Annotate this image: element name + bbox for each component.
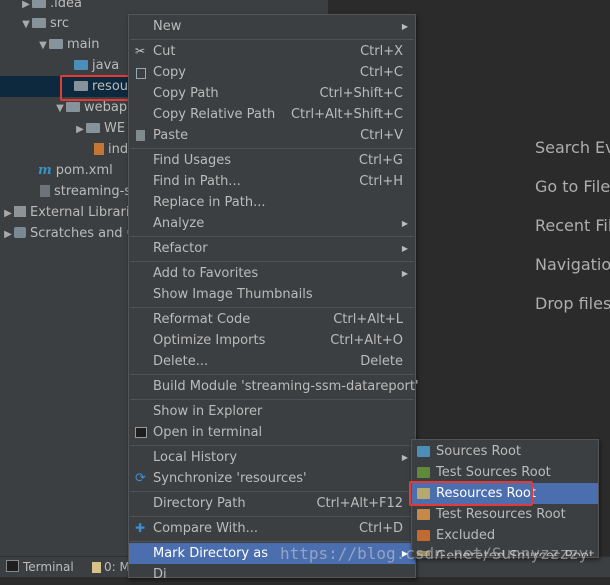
menu-item-show-image-thumbnails[interactable]: Show Image Thumbnails: [129, 284, 415, 305]
chevron-down-icon[interactable]: ▼: [37, 35, 49, 56]
excluded-folder-icon: [417, 530, 430, 541]
menu-separator: [130, 399, 414, 400]
folder-icon: [66, 102, 80, 112]
paste-icon: [136, 130, 145, 141]
menu-item-directory-path[interactable]: Directory Path Ctrl+Alt+F12: [129, 493, 415, 514]
terminal-icon: [135, 427, 147, 438]
submenu-item-test-sources-root[interactable]: Test Sources Root: [412, 462, 598, 483]
jsp-file-icon: [94, 143, 104, 155]
hint-navigation-bar: Navigation: [535, 255, 610, 274]
hint-search-everywhere: Search Eve: [535, 138, 610, 157]
folder-icon: [32, 18, 46, 28]
tree-row-src[interactable]: ▼ src: [20, 13, 69, 34]
menu-item-refactor[interactable]: Refactor ▶: [129, 238, 415, 259]
menu-item-partial[interactable]: Di: [129, 564, 415, 585]
menu-item-paste[interactable]: Paste Ctrl+V: [129, 125, 415, 146]
menu-separator: [130, 307, 414, 308]
menu-item-find-usages[interactable]: Find Usages Ctrl+G: [129, 150, 415, 171]
chevron-right-icon[interactable]: ▶: [74, 119, 86, 140]
menu-separator: [130, 236, 414, 237]
menu-item-new[interactable]: New ▶: [129, 16, 415, 37]
test-sources-folder-icon: [417, 467, 430, 478]
folder-icon: [49, 39, 63, 49]
tab-messages[interactable]: 0: M: [92, 557, 130, 577]
generated-sources-folder-icon: [417, 551, 430, 556]
tree-row-iml[interactable]: streaming-ss: [40, 181, 138, 202]
tree-row-external-libraries[interactable]: ▶ External Librarie: [2, 202, 137, 223]
menu-separator: [130, 516, 414, 517]
menu-item-mark-directory-as[interactable]: Mark Directory as ▶: [129, 543, 415, 564]
menu-item-add-to-favorites[interactable]: Add to Favorites ▶: [129, 263, 415, 284]
library-icon: [14, 206, 26, 217]
messages-icon: [92, 562, 101, 573]
menu-separator: [130, 445, 414, 446]
menu-separator: [130, 148, 414, 149]
chevron-down-icon[interactable]: ▼: [54, 98, 66, 119]
chevron-right-icon[interactable]: ▶: [2, 224, 14, 245]
menu-item-show-in-explorer[interactable]: Show in Explorer: [129, 401, 415, 422]
folder-icon: [86, 123, 100, 133]
context-menu: New ▶ ✂ Cut Ctrl+X Copy Ctrl+C Copy Path…: [128, 14, 419, 582]
maven-icon: m: [38, 163, 52, 178]
menu-item-local-history[interactable]: Local History ▶: [129, 447, 415, 468]
hint-recent-files: Recent Fil: [535, 216, 610, 235]
submenu-arrow-icon: ▶: [401, 549, 408, 558]
submenu-item-test-resources-root[interactable]: Test Resources Root: [412, 504, 598, 525]
compare-icon: ✚: [135, 521, 146, 535]
submenu-item-sources-root[interactable]: Sources Root: [412, 441, 598, 462]
menu-item-synchronize[interactable]: ⟳ Synchronize 'resources': [129, 468, 415, 489]
test-resources-folder-icon: [417, 509, 430, 520]
folder-icon: [32, 0, 46, 8]
menu-item-copy-path[interactable]: Copy Path Ctrl+Shift+C: [129, 83, 415, 104]
submenu-arrow-icon: ▶: [401, 269, 408, 278]
scissors-icon: ✂: [135, 44, 146, 58]
tree-row-index-jsp[interactable]: ind: [94, 139, 128, 160]
menu-separator: [130, 541, 414, 542]
copy-icon: [136, 68, 146, 79]
menu-item-copy-relative-path[interactable]: Copy Relative Path Ctrl+Alt+Shift+C: [129, 104, 415, 125]
submenu-item-excluded[interactable]: Excluded: [412, 525, 598, 546]
menu-item-compare-with[interactable]: ✚ Compare With... Ctrl+D: [129, 518, 415, 539]
menu-item-delete[interactable]: Delete... Delete: [129, 351, 415, 372]
menu-separator: [130, 261, 414, 262]
menu-item-build-module[interactable]: Build Module 'streaming-ssm-datareport': [129, 376, 419, 397]
menu-separator: [130, 374, 414, 375]
module-file-icon: [40, 185, 50, 197]
submenu-arrow-icon: ▶: [401, 22, 408, 31]
tree-row-pom[interactable]: m pom.xml: [38, 160, 113, 181]
highlight-box-resources: [60, 75, 135, 101]
tab-terminal[interactable]: Terminal: [6, 557, 74, 577]
menu-item-optimize-imports[interactable]: Optimize Imports Ctrl+Alt+O: [129, 330, 415, 351]
menu-item-analyze[interactable]: Analyze ▶: [129, 213, 415, 234]
sources-root-folder-icon: [417, 446, 430, 457]
tree-row-java[interactable]: java: [74, 55, 119, 76]
menu-item-cut[interactable]: ✂ Cut Ctrl+X: [129, 41, 415, 62]
menu-separator: [130, 491, 414, 492]
hint-go-to-file: Go to File: [535, 177, 610, 196]
tree-row-idea[interactable]: ▶ .idea: [20, 0, 82, 14]
source-folder-icon: [74, 60, 88, 70]
scratch-icon: [14, 227, 26, 238]
chevron-down-icon[interactable]: ▼: [20, 14, 32, 35]
tree-row-scratches[interactable]: ▶ Scratches and C: [2, 223, 136, 244]
menu-item-replace-in-path[interactable]: Replace in Path...: [129, 192, 415, 213]
hint-drop-files: Drop files: [535, 294, 610, 313]
tree-row-main[interactable]: ▼ main: [37, 34, 99, 55]
terminal-icon: [6, 560, 19, 572]
mark-directory-submenu: Sources Root Test Sources Root Resources…: [409, 439, 599, 558]
menu-item-open-in-terminal[interactable]: Open in terminal: [129, 422, 415, 443]
highlight-box-resources-root: [409, 481, 533, 506]
menu-item-copy[interactable]: Copy Ctrl+C: [129, 62, 415, 83]
submenu-arrow-icon: ▶: [401, 219, 408, 228]
chevron-right-icon[interactable]: ▶: [2, 203, 14, 224]
tree-row-web-inf[interactable]: ▶ WE: [74, 118, 125, 139]
submenu-arrow-icon: ▶: [401, 244, 408, 253]
submenu-arrow-icon: ▶: [401, 453, 408, 462]
menu-separator: [130, 39, 414, 40]
sync-icon: ⟳: [135, 471, 146, 486]
menu-item-reformat-code[interactable]: Reformat Code Ctrl+Alt+L: [129, 309, 415, 330]
submenu-item-generated-sources-root[interactable]: Generated Sources Root: [412, 546, 598, 556]
menu-item-find-in-path[interactable]: Find in Path... Ctrl+H: [129, 171, 415, 192]
